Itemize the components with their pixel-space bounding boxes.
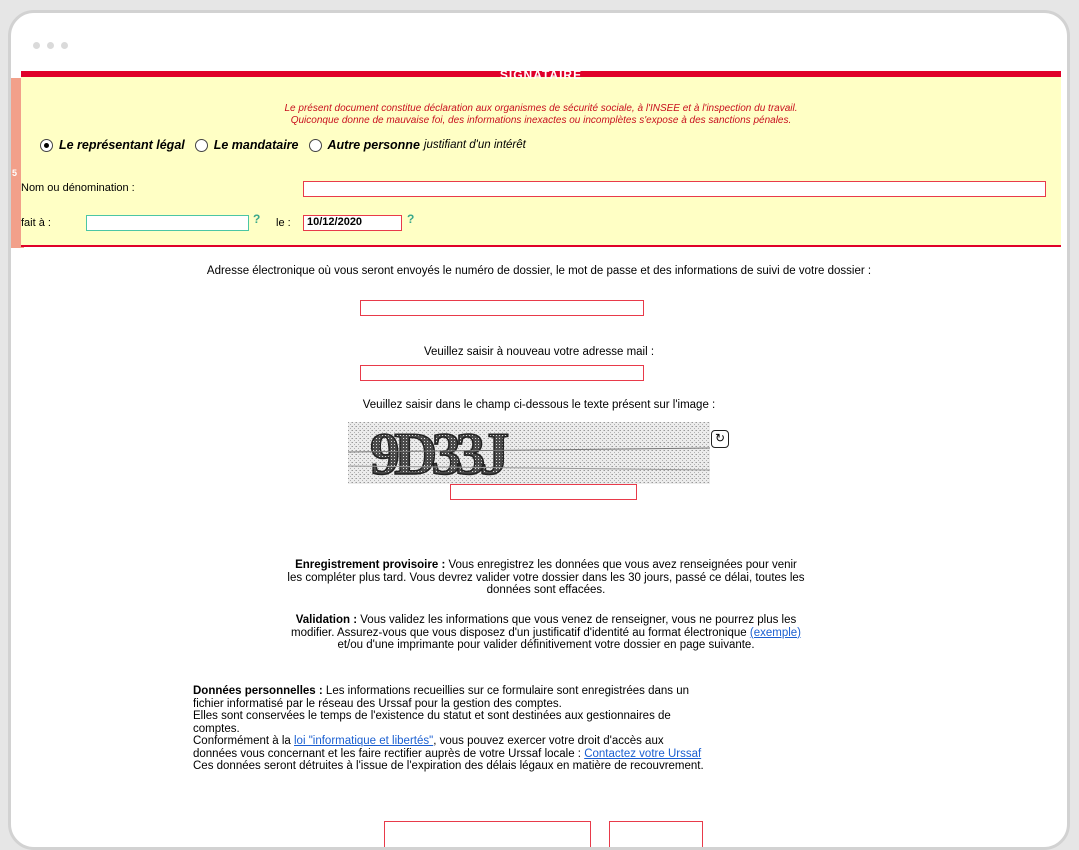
window-dot-close[interactable] [33,42,40,49]
fait-label: fait à : [21,217,51,229]
email-confirm-field[interactable] [360,365,644,381]
save-info-line3: données sont effacées. [486,584,606,596]
privacy-info-line3: Elles sont conservées le temps de l'exis… [193,710,671,722]
privacy-info-line1: Les informations recueillies sur ce form… [322,685,689,697]
save-info-title: Enregistrement provisoire : [295,559,446,571]
section-number: 5 [12,168,18,178]
privacy-info-line4: comptes. [193,722,240,735]
validation-info-line2: modifier. Assurez-vous que vous disposez… [290,626,750,639]
window-controls [33,42,68,49]
validation-info-line3: et/ou d'une imprimante pour valider défi… [337,639,755,651]
radio-autre-personne[interactable] [308,138,322,152]
name-label: Nom ou dénomination : [21,182,135,194]
date-field[interactable]: 10/12/2020 [303,215,402,231]
validate-button[interactable] [609,821,703,847]
captcha-svg: 9D33J [348,422,710,484]
captcha-refresh-icon[interactable]: ↻ [711,430,729,448]
email-intro: Adresse électronique où vous seront envo… [206,265,872,277]
save-button[interactable] [384,821,591,847]
legal-warning-line2: Quiconque donne de mauvaise foi, des inf… [290,115,792,126]
radio-label-mandataire[interactable]: Le mandataire [214,138,299,152]
name-field[interactable] [303,181,1046,197]
browser-window: 5 SIGNATAIRE Le présent document constit… [8,10,1070,850]
captcha-label: Veuillez saisir dans le champ ci-dessous… [362,399,716,411]
save-info-paragraph: Enregistrement provisoire : Vous enregis… [186,559,906,597]
email-confirm-label: Veuillez saisir à nouveau votre adresse … [423,346,655,358]
radio-label-autre-suffix: justifiant d'un intérêt [423,139,526,151]
captcha-image: 9D33J [348,422,710,484]
section-title: SIGNATAIRE [499,68,583,82]
captcha-text: 9D33J [370,422,508,484]
window-dot-maximize[interactable] [61,42,68,49]
email-field[interactable] [360,300,644,316]
signatory-radio-group: Le représentant légal Le mandataire Autr… [40,138,536,152]
date-label: le : [276,217,291,229]
fait-a-field[interactable] [86,215,249,231]
captcha-input-field[interactable] [450,484,637,500]
privacy-info-line2: fichier informatisé par le réseau des Ur… [193,697,562,710]
privacy-info-paragraph: Données personnelles : Les informations … [193,685,913,773]
fait-help-icon[interactable]: ? [253,212,260,226]
validation-info-line1: Vous validez les informations que vous v… [357,614,797,626]
radio-label-representant[interactable]: Le représentant légal [59,138,185,152]
privacy-info-line6-pre: données vous concernant et les faire rec… [193,747,585,760]
privacy-info-line7: Ces données seront détruites à l'issue d… [193,760,704,772]
save-info-line2: les compléter plus tard. Vous devrez val… [287,571,805,584]
informatique-libertes-link[interactable]: loi "informatique et libertés" [294,735,433,747]
validation-info-paragraph: Validation : Vous validez les informatio… [186,614,906,652]
privacy-info-line5-pre: Conformément à la [193,735,294,747]
privacy-info-title: Données personnelles : [193,685,323,697]
radio-mandataire[interactable] [194,138,208,152]
legal-warning: Le présent document constitue déclaratio… [21,103,1061,127]
privacy-info-line5-post: , vous pouvez exercer votre droit d'accè… [433,735,664,747]
validation-info-title: Validation : [295,614,358,626]
radio-representant-legal[interactable] [40,138,53,152]
example-link[interactable]: (exemple) [750,627,801,639]
radio-label-autre[interactable]: Autre personne [328,138,420,152]
signature-section: SIGNATAIRE Le présent document constitue… [21,68,1061,247]
date-help-icon[interactable]: ? [407,212,414,226]
save-info-line1: Vous enregistrez les données que vous av… [445,559,797,571]
legal-warning-line1: Le présent document constitue déclaratio… [284,103,798,114]
window-dot-minimize[interactable] [47,42,54,49]
contact-urssaf-link[interactable]: Contactez votre Urssaf [584,748,701,760]
